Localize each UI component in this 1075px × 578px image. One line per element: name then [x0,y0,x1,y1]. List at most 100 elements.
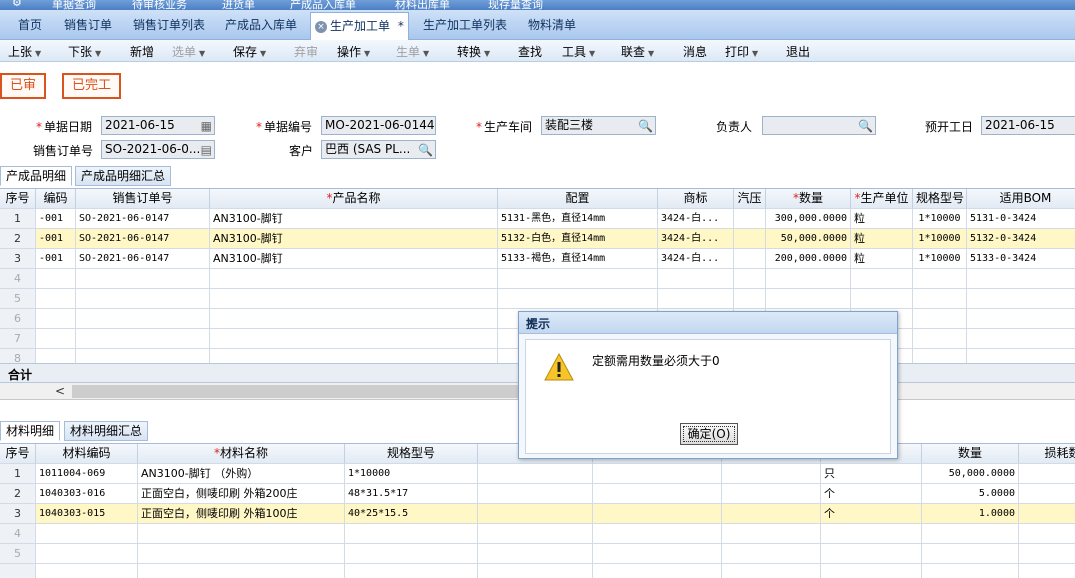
table-cell[interactable] [658,269,734,289]
toolbar-button-11[interactable]: 联查 ▼ [621,43,654,60]
table-cell[interactable] [922,544,1019,564]
table-cell[interactable]: 0.0000 [1019,484,1075,504]
product-column-header[interactable]: 商标 [658,189,734,209]
table-cell[interactable] [722,524,821,544]
table-cell[interactable]: 粒 [851,229,913,249]
table-row-empty[interactable]: 4 [0,269,1075,289]
table-cell[interactable]: SO-2021-06-0147 [76,229,210,249]
material-column-header[interactable]: 数量 [922,444,1019,464]
table-cell[interactable]: 4 [0,524,36,544]
table-cell[interactable]: 5133-0-3424 [967,249,1075,269]
table-cell[interactable] [76,289,210,309]
product-column-header[interactable]: 适用BOM [967,189,1075,209]
table-cell[interactable]: 7 [0,329,36,349]
product-column-header[interactable]: 编码 [36,189,76,209]
table-cell[interactable]: -001 [36,209,76,229]
table-row[interactable]: 3 -001 SO-2021-06-0147 AN3100-脚钉 5133-褐色，直径1… [0,249,1075,269]
chevron-down-icon[interactable]: ▼ [423,49,429,58]
table-cell[interactable]: 5132-0-3424 [967,229,1075,249]
close-icon[interactable]: × [526,315,889,329]
search-icon[interactable]: 🔍 [418,142,433,158]
table-cell[interactable] [593,524,722,544]
toolbar-button-6[interactable]: 操作 ▼ [337,43,370,60]
toolbar-button-10[interactable]: 工具 ▼ [562,43,595,60]
table-cell[interactable] [722,484,821,504]
table-cell[interactable]: 1*10000 [913,229,967,249]
table-cell[interactable] [210,269,498,289]
table-row-empty[interactable]: 5 [0,289,1075,309]
table-cell[interactable]: 5.0000 [922,484,1019,504]
chevron-down-icon[interactable]: ▼ [364,49,370,58]
table-cell[interactable]: AN3100-脚钉 （外购） [138,464,345,484]
table-cell[interactable]: 个 [821,484,922,504]
table-cell[interactable] [478,544,593,564]
table-cell[interactable]: 3424-白... [658,249,734,269]
table-cell[interactable] [36,564,138,578]
table-cell[interactable]: 48*31.5*17 [345,484,478,504]
table-cell[interactable] [1019,544,1075,564]
table-cell[interactable]: AN3100-脚钉 [210,229,498,249]
table-cell[interactable] [722,544,821,564]
toolbar-button-8[interactable]: 转换 ▼ [457,43,490,60]
table-row-empty[interactable]: 4 [0,524,1075,544]
toolbar-button-13[interactable]: 打印 ▼ [725,43,758,60]
table-cell[interactable] [36,524,138,544]
table-cell[interactable]: AN3100-脚钉 [210,249,498,269]
product-column-header[interactable]: *生产单位 [851,189,913,209]
material-column-header[interactable]: 损耗数量 [1019,444,1075,464]
table-cell[interactable] [210,289,498,309]
ok-button[interactable]: 确定(O) [680,423,738,445]
close-icon[interactable]: × [315,20,327,33]
table-cell[interactable] [138,544,345,564]
table-cell[interactable]: 1*10000 [913,249,967,269]
table-cell[interactable]: 4 [0,269,36,289]
search-icon[interactable]: 🔍 [638,118,653,134]
tab-product-detail[interactable]: 产成品明细 [0,166,73,186]
toolbar-button-1[interactable]: 下张 ▼ [68,43,101,60]
top-menu-item[interactable]: 进货单 [222,0,255,10]
table-cell[interactable]: 1*10000 [913,209,967,229]
toolbar-button-2[interactable]: 新增 [130,43,154,60]
document-icon[interactable]: ▤ [201,142,212,158]
table-cell[interactable]: 1 [0,464,36,484]
table-cell[interactable] [0,564,36,578]
table-cell[interactable] [967,289,1075,309]
table-cell[interactable] [734,269,766,289]
chevron-down-icon[interactable]: ▼ [648,49,654,58]
table-cell[interactable] [76,329,210,349]
table-cell[interactable] [967,309,1075,329]
chevron-down-icon[interactable]: ▼ [589,49,595,58]
tab-sales-order[interactable]: 销售订单 [64,12,112,38]
start-date-field[interactable]: 2021-06-15 [981,116,1075,135]
table-row-empty[interactable]: 5 [0,544,1075,564]
table-cell[interactable] [36,544,138,564]
date-field[interactable]: 2021-06-15 ▦ [101,116,215,135]
table-cell[interactable]: 50,000.0000 [922,464,1019,484]
gear-icon[interactable]: ⚙ [12,0,22,9]
table-row[interactable]: 2 1040303-016 正面空白，侧唛印刷 外箱200庄 48*31.5*17 个 5… [0,484,1075,504]
table-cell[interactable]: 5132-白色，直径14mm [498,229,658,249]
chevron-left-icon[interactable]: < [50,383,70,400]
table-cell[interactable]: 5133-褐色，直径14mm [498,249,658,269]
table-cell[interactable]: 1011004-069 [36,464,138,484]
calendar-icon[interactable]: ▦ [201,118,212,134]
table-cell[interactable] [821,564,922,578]
table-cell[interactable]: 3424-白... [658,229,734,249]
table-cell[interactable] [36,309,76,329]
table-cell[interactable] [734,209,766,229]
table-cell[interactable] [1019,524,1075,544]
product-column-header[interactable]: 配置 [498,189,658,209]
table-cell[interactable]: 50,000.0000 [766,229,851,249]
table-cell[interactable] [478,564,593,578]
table-cell[interactable]: AN3100-脚钉 [210,209,498,229]
code-field[interactable]: MO-2021-06-0144 [321,116,436,135]
table-cell[interactable] [821,544,922,564]
table-cell[interactable]: 2 [0,484,36,504]
table-cell[interactable] [967,269,1075,289]
table-cell[interactable]: 200,000.0000 [766,249,851,269]
table-cell[interactable]: 5 [0,544,36,564]
table-row-empty[interactable] [0,564,1075,578]
table-cell[interactable]: 3 [0,249,36,269]
material-column-header[interactable]: 材料编码 [36,444,138,464]
table-cell[interactable]: 2 [0,229,36,249]
